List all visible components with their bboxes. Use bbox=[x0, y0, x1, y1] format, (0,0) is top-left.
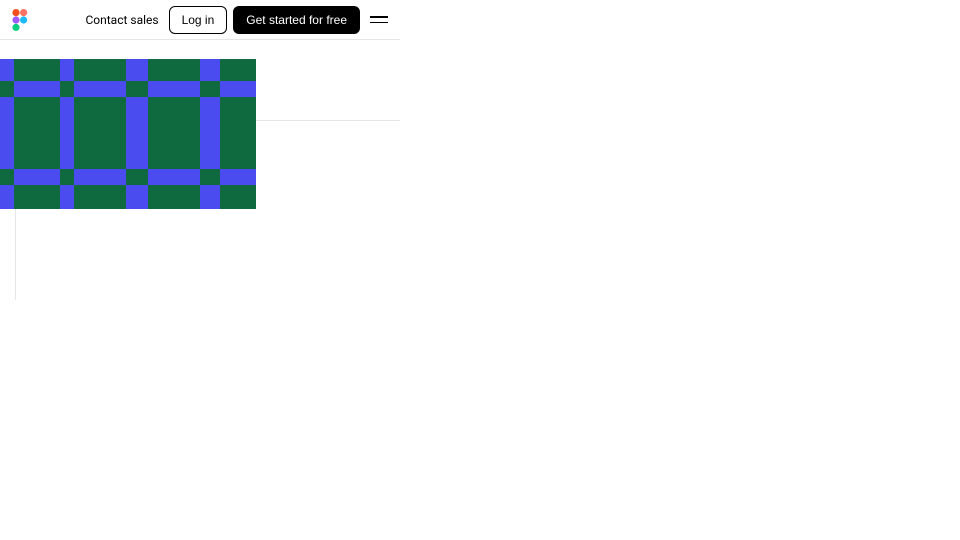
top-header: Contact sales Log in Get started for fre… bbox=[0, 0, 400, 40]
plaid-cross bbox=[126, 169, 148, 185]
get-started-button[interactable]: Get started for free bbox=[233, 6, 360, 34]
plaid-cross bbox=[0, 169, 14, 185]
contact-sales-link[interactable]: Contact sales bbox=[85, 13, 158, 27]
plaid-cross bbox=[200, 169, 220, 185]
figma-logo[interactable] bbox=[12, 9, 30, 31]
plaid-cross bbox=[200, 81, 220, 97]
login-button[interactable]: Log in bbox=[169, 6, 228, 34]
plaid-cross bbox=[60, 81, 74, 97]
plaid-cross bbox=[60, 169, 74, 185]
plaid-pattern-card bbox=[0, 59, 256, 209]
plaid-cross bbox=[126, 81, 148, 97]
plaid-cross bbox=[0, 81, 14, 97]
menu-icon[interactable] bbox=[370, 13, 388, 27]
